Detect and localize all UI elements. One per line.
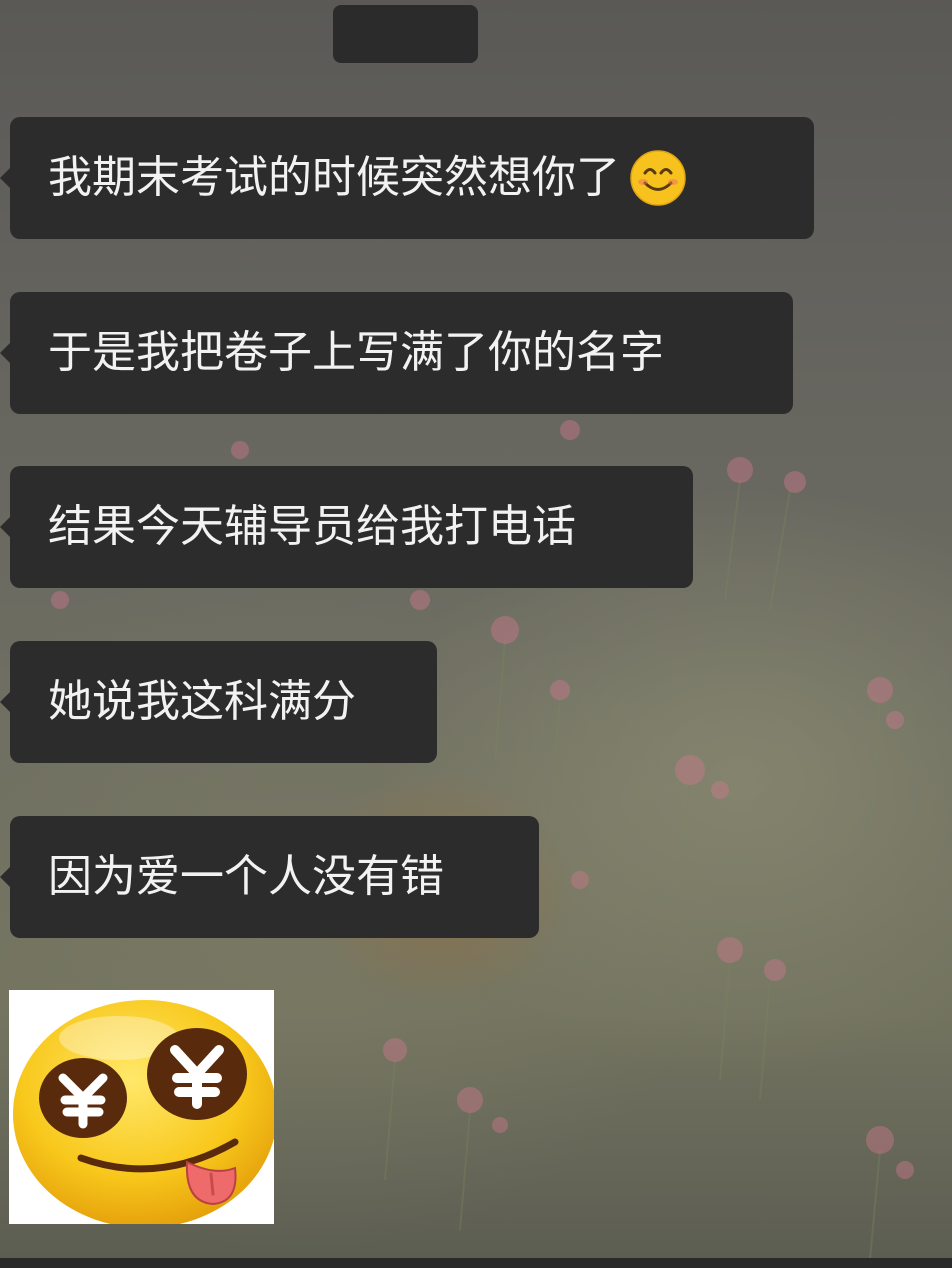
message-bubble-3[interactable]: 结果今天辅导员给我打电话: [0, 466, 693, 588]
bottom-edge-bar: [0, 1258, 952, 1268]
message-bubble-5[interactable]: 因为爱一个人没有错: [0, 816, 539, 938]
smiling-face-emoji-icon: [630, 150, 686, 206]
message-text: 于是我把卷子上写满了你的名字: [48, 327, 664, 378]
message-text: 因为爱一个人没有错: [48, 851, 444, 902]
message-bubble-2[interactable]: 于是我把卷子上写满了你的名字: [0, 292, 793, 414]
money-eyes-tongue-emoji-icon: [13, 1000, 277, 1228]
message-bubble-4[interactable]: 她说我这科满分: [0, 641, 437, 763]
timestamp-pill: [333, 5, 478, 63]
message-text: 结果今天辅导员给我打电话: [48, 501, 576, 552]
message-bubble-1[interactable]: 我期末考试的时候突然想你了: [0, 117, 814, 239]
message-text: 我期末考试的时候突然想你了: [48, 152, 620, 203]
message-text: 她说我这科满分: [48, 676, 356, 727]
sticker-message[interactable]: [9, 990, 277, 1228]
